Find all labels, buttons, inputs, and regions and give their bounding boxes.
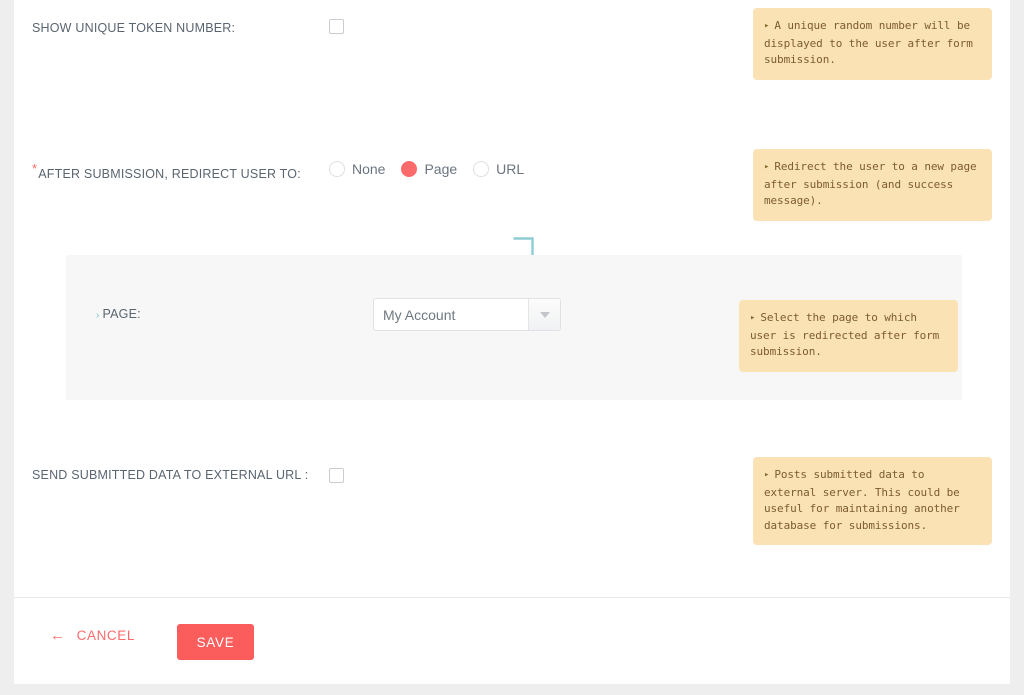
- unique-token-checkbox[interactable]: [329, 19, 344, 34]
- redirect-tooltip-text: Redirect the user to a new page after su…: [764, 160, 977, 207]
- radio-option-page[interactable]: Page: [401, 161, 457, 177]
- back-arrow-icon: ←: [50, 627, 66, 644]
- cancel-button[interactable]: ← CANCEL: [50, 628, 135, 643]
- save-button[interactable]: SAVE: [177, 624, 254, 660]
- form-body: SHOW UNIQUE TOKEN NUMBER: ▸ A unique rand…: [14, 0, 1010, 597]
- page-subsection: › PAGE: My Account ▸ Select the page to wh…: [66, 255, 962, 400]
- page-select-tooltip-text: Select the page to which user is redirec…: [750, 311, 940, 358]
- tooltip-triangle-icon: ▸: [764, 21, 770, 31]
- chevron-down-icon[interactable]: [528, 299, 560, 330]
- settings-card: SHOW UNIQUE TOKEN NUMBER: ▸ A unique rand…: [14, 0, 1010, 684]
- external-url-tooltip-text: Posts submitted data to external server.…: [764, 468, 960, 532]
- radio-dot-page[interactable]: [401, 161, 418, 177]
- tooltip-triangle-icon: ▸: [764, 470, 770, 480]
- tooltip-triangle-icon: ▸: [750, 313, 756, 323]
- radio-option-url[interactable]: URL: [473, 161, 524, 177]
- radio-dot-url[interactable]: [473, 161, 490, 177]
- radio-dot-none[interactable]: [329, 161, 345, 177]
- required-asterisk: *: [32, 161, 38, 176]
- external-url-checkbox[interactable]: [329, 468, 344, 483]
- page-select-label: › PAGE:: [96, 307, 141, 321]
- radio-label-page: Page: [424, 161, 458, 177]
- screen: SHOW UNIQUE TOKEN NUMBER: ▸ A unique rand…: [0, 0, 1024, 695]
- redirect-tooltip: ▸ Redirect the user to a new page after s…: [753, 149, 992, 221]
- radio-label-url: URL: [496, 161, 525, 177]
- radio-label-none: None: [352, 161, 386, 177]
- unique-token-tooltip: ▸ A unique random number will be displaye…: [753, 8, 992, 80]
- unique-token-tooltip-text: A unique random number will be displayed…: [764, 19, 973, 66]
- form-footer: ← CANCEL: [14, 597, 1010, 684]
- redirect-radio-group[interactable]: None Page URL: [329, 161, 540, 177]
- row-unique-token: SHOW UNIQUE TOKEN NUMBER: ▸ A unique rand…: [14, 0, 1010, 140]
- radio-option-none[interactable]: None: [329, 161, 385, 177]
- page-select[interactable]: My Account: [373, 298, 561, 331]
- page-select-tooltip: ▸ Select the page to which user is redire…: [739, 300, 958, 372]
- row-external-url: SEND SUBMITTED DATA TO EXTERNAL URL : ▸ P…: [14, 400, 1010, 597]
- redirect-label: *AFTER SUBMISSION, REDIRECT USER TO:: [32, 162, 301, 182]
- redirect-label-text: AFTER SUBMISSION, REDIRECT USER TO:: [38, 167, 301, 182]
- page-select-value[interactable]: My Account: [374, 299, 528, 330]
- external-url-label: SEND SUBMITTED DATA TO EXTERNAL URL :: [32, 468, 309, 482]
- unique-token-label: SHOW UNIQUE TOKEN NUMBER:: [32, 21, 236, 35]
- chevron-right-icon: ›: [96, 310, 100, 321]
- external-url-tooltip: ▸ Posts submitted data to external server…: [753, 457, 992, 545]
- tooltip-triangle-icon: ▸: [764, 162, 770, 172]
- page-select-label-text: PAGE:: [102, 307, 141, 321]
- cancel-button-label: CANCEL: [76, 628, 135, 643]
